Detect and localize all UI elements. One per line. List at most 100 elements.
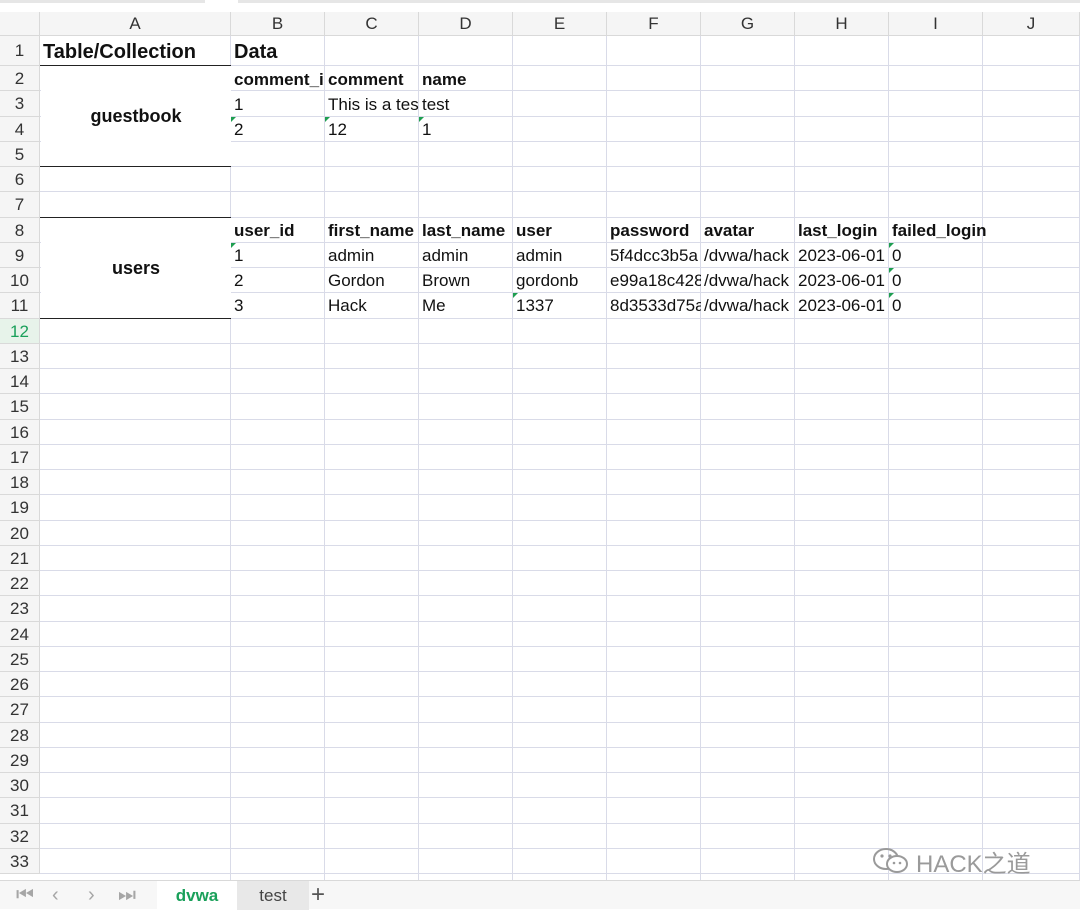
row-header-1[interactable]: 1 [0, 36, 40, 66]
row-header-20[interactable]: 20 [0, 520, 40, 546]
row-header-28[interactable]: 28 [0, 722, 40, 748]
cell-F8[interactable]: password [607, 218, 701, 243]
row-header-19[interactable]: 19 [0, 495, 40, 521]
cell-C2[interactable]: comment [325, 67, 419, 92]
row-header-13[interactable]: 13 [0, 343, 40, 369]
column-header-a[interactable]: A [40, 12, 231, 36]
cell-C8[interactable]: first_name [325, 218, 419, 243]
next-sheet-icon[interactable]: › [88, 883, 95, 907]
cell-D8[interactable]: last_name [419, 218, 513, 243]
cell-H9[interactable]: 2023-06-01 [795, 243, 889, 268]
row-header-7[interactable]: 7 [0, 192, 40, 218]
cell-F10[interactable]: e99a18c428 [607, 268, 701, 293]
row-header-15[interactable]: 15 [0, 394, 40, 420]
row-header-2[interactable]: 2 [0, 66, 40, 92]
row-header-30[interactable]: 30 [0, 773, 40, 799]
cell-H10[interactable]: 2023-06-01 [795, 268, 889, 293]
column-header-h[interactable]: H [795, 12, 889, 36]
tab-test[interactable]: test [237, 881, 309, 910]
column-header-c[interactable]: C [325, 12, 419, 36]
cell-D10[interactable]: Brown [419, 268, 513, 293]
cell-I9[interactable]: 0 [889, 243, 983, 268]
first-sheet-icon[interactable]: ⏮ [16, 883, 34, 907]
column-header-b[interactable]: B [231, 12, 325, 36]
cell-E11[interactable]: 1337 [513, 293, 607, 318]
grid-hline [40, 797, 1080, 799]
row-header-11[interactable]: 11 [0, 293, 40, 319]
row-header-33[interactable]: 33 [0, 848, 40, 874]
cell-G8[interactable]: avatar [701, 218, 795, 243]
cell-D4[interactable]: 1 [419, 117, 513, 142]
column-header-e[interactable]: E [513, 12, 607, 36]
cell-I11[interactable]: 0 [889, 293, 983, 318]
cell-D11[interactable]: Me [419, 293, 513, 318]
row-header-16[interactable]: 16 [0, 419, 40, 445]
row-header-6[interactable]: 6 [0, 167, 40, 193]
cell-B11[interactable]: 3 [231, 293, 325, 318]
row-header-14[interactable]: 14 [0, 369, 40, 395]
cell-C11[interactable]: Hack [325, 293, 419, 318]
cell-G10[interactable]: /dvwa/hack [701, 268, 795, 293]
row-header-4[interactable]: 4 [0, 116, 40, 142]
cell-B9[interactable]: 1 [231, 243, 325, 268]
row-header-5[interactable]: 5 [0, 141, 40, 167]
cell-B10[interactable]: 2 [231, 268, 325, 293]
tab-dvwa[interactable]: dvwa [157, 881, 237, 910]
add-sheet-button[interactable]: + [311, 881, 325, 910]
cell-A1[interactable]: Table/Collection [40, 37, 231, 65]
cell-H11[interactable]: 2023-06-01 [795, 293, 889, 318]
row-header-27[interactable]: 27 [0, 697, 40, 723]
cell-C3[interactable]: This is a tes [325, 92, 419, 117]
row-header-24[interactable]: 24 [0, 621, 40, 647]
cell-D9[interactable]: admin [419, 243, 513, 268]
cell-C10[interactable]: Gordon [325, 268, 419, 293]
row-header-10[interactable]: 10 [0, 268, 40, 294]
cell-B4[interactable]: 2 [231, 117, 325, 142]
last-sheet-icon[interactable]: ⏭ [118, 883, 136, 907]
row-header-17[interactable]: 17 [0, 444, 40, 470]
cell-B1[interactable]: Data [231, 37, 325, 65]
cell-C9[interactable]: admin [325, 243, 419, 268]
row-header-18[interactable]: 18 [0, 470, 40, 496]
cell-F11[interactable]: 8d3533d75a [607, 293, 701, 318]
cell-I8[interactable]: failed_login [889, 218, 999, 243]
toolbar-strip [0, 0, 1080, 12]
row-header-26[interactable]: 26 [0, 672, 40, 698]
column-header-g[interactable]: G [701, 12, 795, 36]
spreadsheet-grid[interactable]: ABCDEFGHIJ 1 2 3 4 5 6 7 8 9 10 11 12 13 14 15 16 17 18 19… [0, 0, 1080, 880]
column-header-f[interactable]: F [607, 12, 701, 36]
cell-I10[interactable]: 0 [889, 268, 983, 293]
row-header-31[interactable]: 31 [0, 798, 40, 824]
cell-B8[interactable]: user_id [231, 218, 325, 243]
row-header-25[interactable]: 25 [0, 646, 40, 672]
cell-D3[interactable]: test [419, 92, 513, 117]
prev-sheet-icon[interactable]: ‹ [52, 883, 59, 907]
row-header-21[interactable]: 21 [0, 545, 40, 571]
row-header-9[interactable]: 9 [0, 242, 40, 268]
cell-G9[interactable]: /dvwa/hack [701, 243, 795, 268]
row-header-12[interactable]: 12 [0, 318, 40, 344]
row-header-22[interactable]: 22 [0, 571, 40, 597]
column-header-j[interactable]: J [983, 12, 1080, 36]
cell-B2[interactable]: comment_i [231, 67, 325, 92]
row-header-29[interactable]: 29 [0, 747, 40, 773]
cell-F9[interactable]: 5f4dcc3b5a [607, 243, 701, 268]
cell-D2[interactable]: name [419, 67, 513, 92]
cell-E9[interactable]: admin [513, 243, 607, 268]
cell-H8[interactable]: last_login [795, 218, 889, 243]
row-header-8[interactable]: 8 [0, 217, 40, 243]
row-header-32[interactable]: 32 [0, 823, 40, 849]
cell-G11[interactable]: /dvwa/hack [701, 293, 795, 318]
merged-cell-users[interactable]: users [41, 218, 231, 318]
row-header-3[interactable]: 3 [0, 91, 40, 117]
cell-E10[interactable]: gordonb [513, 268, 607, 293]
column-header-d[interactable]: D [419, 12, 513, 36]
select-all-corner[interactable] [0, 12, 40, 36]
cell-C4[interactable]: 12 [325, 117, 419, 142]
number-as-text-indicator [419, 117, 424, 122]
column-header-i[interactable]: I [889, 12, 983, 36]
cell-E8[interactable]: user [513, 218, 607, 243]
row-header-23[interactable]: 23 [0, 596, 40, 622]
cell-B3[interactable]: 1 [231, 92, 325, 117]
merged-cell-guestbook[interactable]: guestbook [41, 66, 231, 166]
